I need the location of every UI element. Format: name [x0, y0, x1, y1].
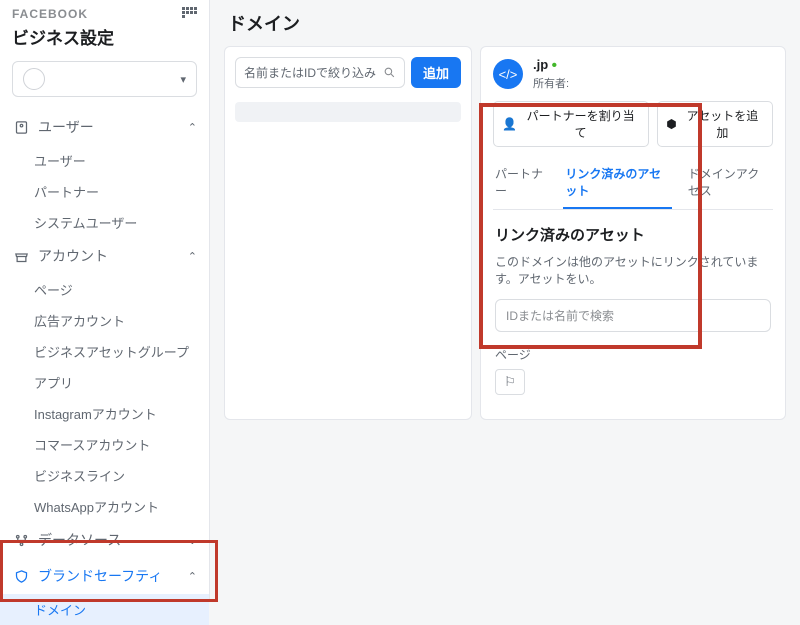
data-icon: [12, 533, 30, 548]
search-input[interactable]: 名前またはIDで絞り込み: [235, 57, 405, 88]
asset-search-input[interactable]: IDまたは名前で検索: [495, 299, 771, 332]
apps-grid-icon[interactable]: [181, 6, 197, 22]
sidebar-item[interactable]: アプリ: [0, 367, 209, 398]
assign-partner-button[interactable]: 👤パートナーを割り当て: [493, 101, 649, 147]
account-selector[interactable]: ▾: [12, 61, 197, 97]
asset-icon: ⬢: [666, 117, 676, 131]
domain-name: .jp: [533, 57, 548, 72]
chevron-down-icon: ▾: [180, 73, 186, 86]
status-dot-icon: •: [552, 57, 558, 74]
sidebar-section-users[interactable]: ユーザー ⌃: [0, 109, 209, 145]
chevron-up-icon: ⌃: [188, 121, 197, 134]
main-panel: ドメイン 名前またはIDで絞り込み 追加 </> .jp • 所有者: 👤: [210, 0, 800, 600]
sidebar-item[interactable]: システムユーザー: [0, 207, 209, 238]
sidebar-item[interactable]: ビジネスアセットグループ: [0, 336, 209, 367]
tab-linked-assets[interactable]: リンク済みのアセット: [563, 157, 671, 209]
list-item[interactable]: [235, 102, 461, 122]
subsection-label: ページ: [495, 346, 771, 363]
chevron-down-icon: ⌄: [188, 534, 197, 547]
owner-label: 所有者:: [533, 75, 569, 91]
page-title: ビジネス設定: [0, 22, 209, 57]
chevron-up-icon: ⌃: [188, 570, 197, 583]
search-icon: [383, 66, 396, 79]
flag-icon[interactable]: ⚐: [495, 369, 525, 395]
tab-partners[interactable]: パートナー: [493, 157, 549, 209]
main-title: ドメイン: [210, 0, 800, 46]
sidebar-item-domain[interactable]: ドメイン: [0, 594, 209, 625]
section-desc: このドメインは他のアセットにリンクされています。アセットをい。: [495, 253, 771, 287]
detail-tabs: パートナー リンク済みのアセット ドメインアクセス: [493, 157, 773, 210]
shield-icon: [12, 569, 30, 584]
sidebar-item[interactable]: ページ: [0, 274, 209, 305]
sidebar-section-datasources[interactable]: データソース ⌄: [0, 522, 209, 558]
user-icon: 👤: [502, 117, 517, 131]
sidebar-section-accounts[interactable]: アカウント ⌃: [0, 238, 209, 274]
brand-label: FACEBOOK: [12, 7, 88, 21]
sidebar-item[interactable]: ユーザー: [0, 145, 209, 176]
sidebar-item[interactable]: 広告アカウント: [0, 305, 209, 336]
users-icon: [12, 120, 30, 135]
sidebar: FACEBOOK ビジネス設定 ▾ ユーザー ⌃ ユーザー パートナー システム…: [0, 0, 210, 600]
domain-detail-panel: </> .jp • 所有者: 👤パートナーを割り当て ⬢アセットを追加 パートナ…: [480, 46, 786, 420]
code-icon: </>: [493, 59, 523, 89]
tab-domain-access[interactable]: ドメインアクセス: [686, 157, 773, 209]
section-heading: リンク済みのアセット: [495, 224, 771, 245]
sidebar-item[interactable]: ビジネスライン: [0, 460, 209, 491]
add-asset-button[interactable]: ⬢アセットを追加: [657, 101, 773, 147]
sidebar-item[interactable]: Instagramアカウント: [0, 398, 209, 429]
sidebar-item[interactable]: パートナー: [0, 176, 209, 207]
domain-list-panel: 名前またはIDで絞り込み 追加: [224, 46, 472, 420]
store-icon: [12, 249, 30, 264]
chevron-up-icon: ⌃: [188, 250, 197, 263]
sidebar-section-brandsafety[interactable]: ブランドセーフティ ⌃: [0, 558, 209, 594]
avatar-icon: [23, 68, 45, 90]
add-button[interactable]: 追加: [411, 57, 461, 88]
sidebar-item[interactable]: WhatsAppアカウント: [0, 491, 209, 522]
sidebar-item[interactable]: コマースアカウント: [0, 429, 209, 460]
